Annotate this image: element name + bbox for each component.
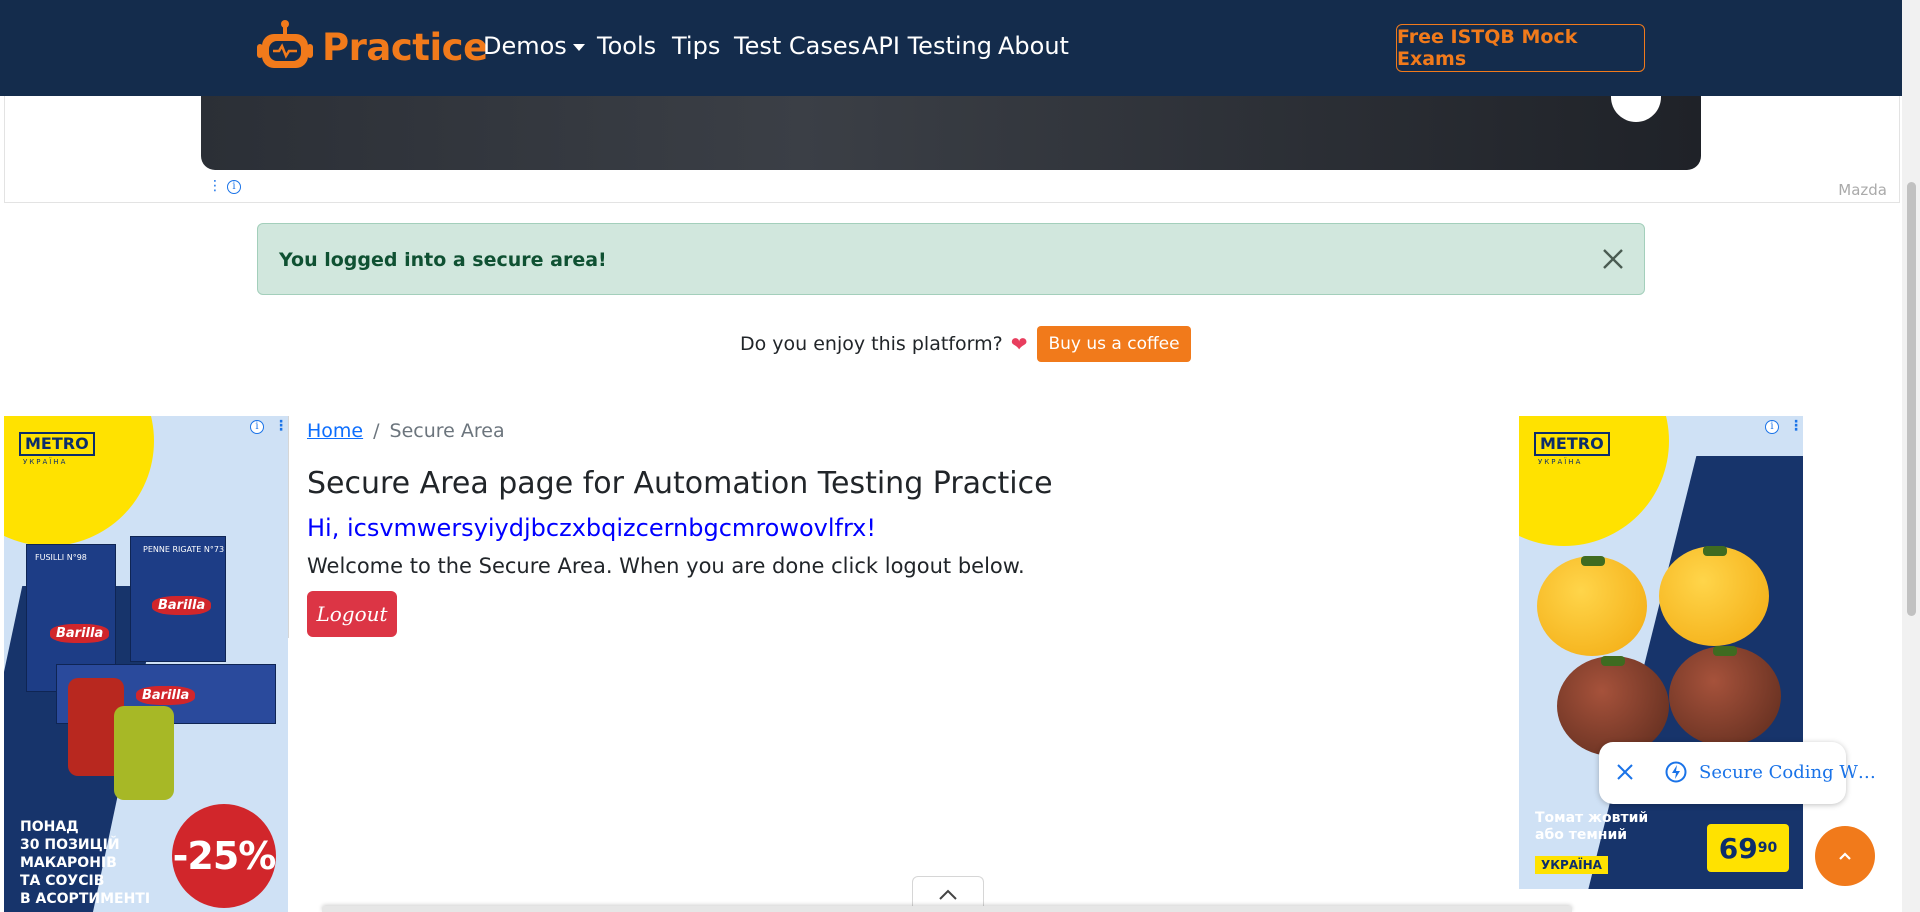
left-side-ad[interactable]: METRO УКРАЇНА i ⋮ FUSILLI N°98 PENNE RIG… — [4, 416, 288, 912]
breadcrumb: Home / Secure Area — [307, 420, 505, 442]
coffee-question: Do you enjoy this platform? — [740, 333, 1003, 355]
right-side-ad[interactable]: METRO УКРАЇНА i ⋮ Томат жовтий або темни… — [1519, 416, 1803, 889]
tomato-stem — [1703, 546, 1727, 556]
promo-text: ПОНАД 30 ПОЗИЦІЙ МАКАРОНІВ ТА СОУСІВ В А… — [20, 818, 150, 908]
price-tag: 69 90 — [1707, 824, 1789, 872]
top-navbar: Practice Demos Tools Tips Test Cases API… — [0, 0, 1902, 96]
ad-brand-label: Mazda — [1838, 181, 1887, 199]
breadcrumb-separator: / — [373, 420, 380, 442]
info-icon[interactable]: i — [250, 420, 264, 434]
chevron-up-icon — [939, 889, 957, 900]
kebab-menu-icon[interactable]: ⋮ — [274, 418, 288, 434]
robot-logo-icon — [257, 20, 313, 68]
anchor-ad-bar — [322, 906, 1572, 912]
nav-api-testing[interactable]: API Testing — [862, 32, 992, 60]
toast-text[interactable]: Secure Coding W… — [1699, 762, 1876, 783]
tomato-stem — [1713, 646, 1737, 656]
country-label: УКРАЇНА — [1535, 856, 1608, 874]
metro-logo: METRO — [1534, 432, 1610, 456]
tomato-dark — [1557, 656, 1669, 756]
nav-demos-label: Demos — [483, 32, 567, 60]
promo-line: МАКАРОНІВ — [20, 855, 117, 871]
bolt-icon — [1665, 761, 1687, 783]
brand-name: Practice — [322, 25, 488, 69]
kebab-menu-icon[interactable]: ⋮ — [208, 178, 222, 194]
metro-logo-subtitle: УКРАЇНА — [1538, 458, 1583, 466]
tomato-yellow — [1659, 546, 1769, 646]
logout-button[interactable]: Logout — [307, 591, 397, 637]
nav-demos-dropdown[interactable]: Demos — [483, 32, 585, 60]
nav-test-cases[interactable]: Test Cases — [734, 32, 860, 60]
scrollbar-thumb[interactable] — [1907, 182, 1916, 616]
kebab-menu-icon[interactable]: ⋮ — [1789, 418, 1803, 434]
content-divider — [288, 416, 289, 638]
scroll-to-top-button[interactable] — [1815, 826, 1875, 886]
ad-play-button-edge — [1611, 96, 1661, 122]
buy-coffee-button[interactable]: Buy us a coffee — [1037, 326, 1191, 362]
info-icon[interactable]: i — [1765, 420, 1779, 434]
promo-line: В АСОРТИМЕНТІ — [20, 891, 151, 907]
alert-message: You logged into a secure area! — [279, 249, 607, 271]
welcome-message: Welcome to the Secure Area. When you are… — [307, 554, 1025, 578]
secure-coding-toast[interactable]: Secure Coding W… — [1599, 742, 1876, 804]
barilla-logo: Barilla — [50, 624, 110, 643]
price-cents: 90 — [1757, 840, 1778, 856]
ad-text-line: або темний — [1535, 827, 1628, 843]
metro-logo: METRO — [19, 432, 95, 456]
barilla-logo: Barilla — [152, 596, 212, 615]
close-icon[interactable] — [1600, 246, 1626, 272]
metro-logo-subtitle: УКРАЇНА — [23, 458, 68, 466]
barilla-logo: Barilla — [136, 686, 196, 705]
pasta-box-label: FUSILLI N°98 — [35, 553, 87, 562]
page-scrollbar[interactable] — [1902, 0, 1920, 912]
info-icon[interactable]: i — [227, 180, 241, 194]
promo-line: ПОНАД — [20, 819, 79, 835]
heart-icon: ❤ — [1010, 332, 1028, 356]
breadcrumb-current: Secure Area — [389, 420, 505, 442]
nav-tools[interactable]: Tools — [597, 32, 656, 60]
promo-line: 30 ПОЗИЦІЙ — [20, 837, 120, 853]
coffee-prompt: Do you enjoy this platform? ❤ Buy us a c… — [740, 326, 1191, 362]
ad-product-text: Томат жовтий або темний — [1535, 810, 1648, 844]
istqb-mock-exams-button[interactable]: Free ISTQB Mock Exams — [1396, 24, 1645, 72]
ad-video-strip[interactable] — [201, 96, 1701, 170]
tomato-yellow — [1537, 556, 1647, 656]
chevron-up-icon — [1839, 852, 1851, 860]
nav-tips[interactable]: Tips — [672, 32, 720, 60]
page-title: Secure Area page for Automation Testing … — [307, 466, 1053, 501]
tomato-dark — [1669, 646, 1781, 746]
caret-down-icon — [572, 43, 585, 51]
pasta-box-label: PENNE RIGATE N°73 — [143, 545, 225, 554]
tomato-stem — [1601, 656, 1625, 666]
breadcrumb-home-link[interactable]: Home — [307, 420, 363, 442]
ad-text-line: Томат жовтий — [1535, 810, 1649, 826]
sauce-jar-pesto — [114, 706, 174, 800]
brand-link[interactable]: Practice — [256, 18, 488, 76]
price-main: 69 — [1718, 831, 1758, 865]
promo-line: ТА СОУСІВ — [20, 873, 105, 889]
user-greeting: Hi, icsvmwersyiydjbczxbqizcernbgcmrowovl… — [307, 514, 876, 542]
close-icon[interactable] — [1615, 762, 1635, 782]
success-alert: You logged into a secure area! — [257, 223, 1645, 295]
nav-about[interactable]: About — [998, 32, 1069, 60]
discount-badge: -25% — [172, 804, 276, 908]
tomato-stem — [1581, 556, 1605, 566]
